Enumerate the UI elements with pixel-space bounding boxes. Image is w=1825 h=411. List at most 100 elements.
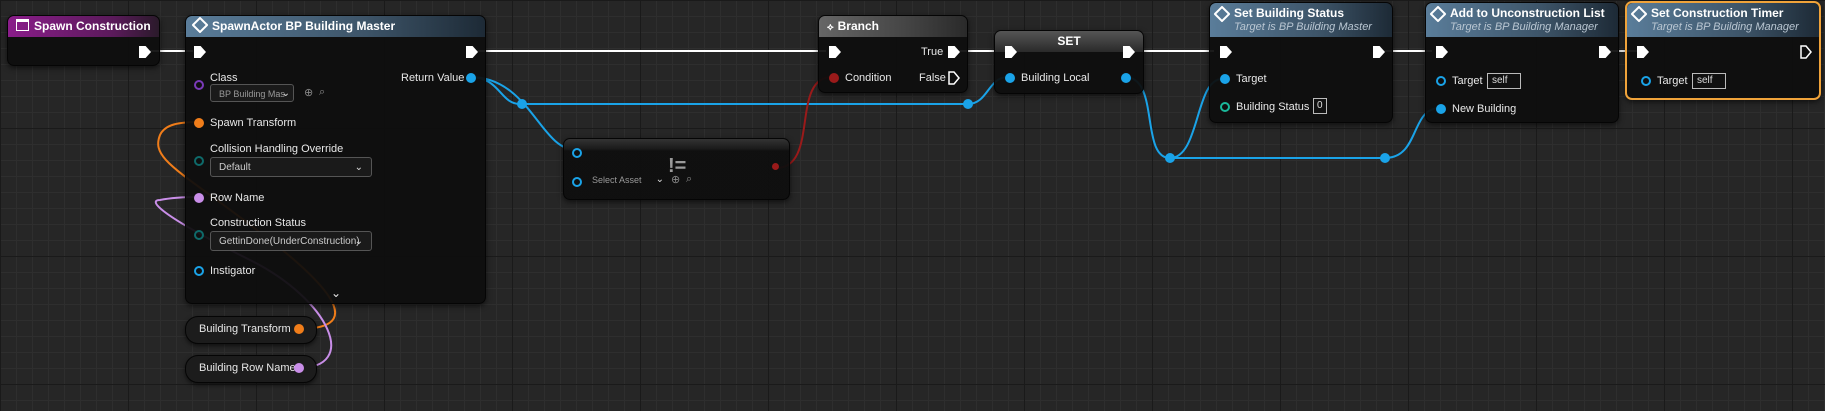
spawn-actor-node[interactable]: SpawnActor BP Building Master Class BP B…	[185, 15, 486, 304]
collision-label: Collision Handling Override	[210, 143, 344, 155]
return-value-pin[interactable]	[466, 73, 476, 83]
class-select[interactable]: BP Building Mas ⌄	[210, 84, 294, 102]
add-to-unconstruction-list-node[interactable]: Add to Unconstruction List Target is BP …	[1425, 2, 1619, 123]
add-list-header[interactable]: Add to Unconstruction List Target is BP …	[1426, 3, 1618, 37]
true-exec-pin[interactable]	[948, 46, 960, 58]
false-label: False	[919, 72, 946, 84]
target-label: Target	[1236, 73, 1267, 85]
exec-output-pin[interactable]	[139, 46, 151, 58]
building-local-input-pin[interactable]	[1005, 73, 1015, 83]
true-label: True	[921, 46, 944, 58]
exec-output-pin[interactable]	[1599, 46, 1611, 58]
set-title: SET	[1057, 34, 1081, 48]
exec-output-pin[interactable]	[1373, 46, 1385, 58]
target-pin[interactable]	[1436, 76, 1446, 86]
target-pin[interactable]	[1641, 76, 1651, 86]
row-name-label: Row Name	[210, 192, 265, 204]
select-asset-value: Select Asset	[592, 175, 642, 185]
target-label: Target	[1452, 75, 1483, 87]
reroute-knot	[1165, 153, 1175, 163]
set-timer-title: Set Construction Timer	[1651, 6, 1784, 20]
class-label: Class	[210, 72, 238, 84]
set-node[interactable]: SET Building Local	[994, 30, 1144, 94]
target-self-input[interactable]: self	[1692, 73, 1726, 89]
building-transform-label: Building Transform	[199, 323, 291, 335]
select-asset-dropdown[interactable]: Select Asset ⌄	[588, 171, 666, 189]
row-name-pin[interactable]	[194, 193, 204, 203]
set-header[interactable]: SET	[995, 31, 1143, 52]
target-label: Target	[1657, 75, 1688, 87]
not-equal-node[interactable]: Select Asset ⌄ ⊕ ⌕ !=	[563, 138, 790, 200]
target-pin[interactable]	[1220, 74, 1230, 84]
branch-title: Branch	[837, 19, 879, 33]
b-input-pin[interactable]	[572, 177, 582, 187]
set-timer-subtitle: Target is BP Building Manager	[1651, 21, 1799, 33]
event-node-header[interactable]: Spawn Construction	[8, 16, 159, 37]
condition-label: Condition	[845, 72, 892, 84]
set-building-status-title: Set Building Status	[1234, 6, 1345, 20]
construction-status-dropdown[interactable]: GettinDone(UnderConstruction) ⌄	[210, 231, 372, 251]
new-building-pin[interactable]	[1436, 104, 1446, 114]
building-row-name-variable[interactable]: Building Row Name	[185, 355, 317, 383]
chevron-down-icon: ⌄	[281, 88, 290, 99]
building-status-label: Building Status	[1236, 101, 1310, 113]
set-building-status-header[interactable]: Set Building Status Target is BP Buildin…	[1210, 3, 1392, 37]
use-selected-icon[interactable]: ⊕	[304, 86, 313, 99]
reroute-knot	[517, 99, 527, 109]
chevron-down-icon: ⌄	[354, 162, 363, 173]
browse-icon[interactable]: ⌕	[686, 173, 692, 186]
construction-status-pin[interactable]	[194, 230, 204, 240]
building-status-input[interactable]: 0	[1313, 98, 1327, 114]
spawn-transform-label: Spawn Transform	[210, 117, 297, 129]
building-local-output-pin[interactable]	[1121, 73, 1131, 83]
bool-output-pin[interactable]	[772, 163, 779, 170]
exec-input-pin[interactable]	[1637, 46, 1649, 58]
instigator-pin[interactable]	[194, 266, 204, 276]
condition-pin[interactable]	[829, 73, 839, 83]
exec-output-pin[interactable]	[466, 46, 478, 58]
new-building-label: New Building	[1452, 103, 1517, 115]
function-icon	[191, 16, 209, 34]
branch-node[interactable]: ⟡ Branch True Condition False	[818, 15, 968, 93]
instigator-label: Instigator	[210, 265, 256, 277]
event-title: Spawn Construction	[34, 19, 151, 33]
building-row-name-pin[interactable]	[294, 363, 304, 373]
building-row-name-label: Building Row Name	[199, 362, 296, 374]
exec-output-pin[interactable]	[1800, 45, 1812, 59]
exec-input-pin[interactable]	[194, 46, 206, 58]
spawn-transform-pin[interactable]	[194, 118, 204, 128]
building-transform-pin[interactable]	[294, 324, 304, 334]
class-pin[interactable]	[194, 80, 204, 90]
building-status-pin[interactable]	[1220, 102, 1230, 112]
set-building-status-node[interactable]: Set Building Status Target is BP Buildin…	[1209, 2, 1393, 123]
spawn-actor-header[interactable]: SpawnActor BP Building Master	[186, 16, 485, 37]
spawn-construction-event-node[interactable]: Spawn Construction	[7, 15, 160, 66]
collision-dropdown[interactable]: Default ⌄	[210, 157, 372, 177]
chevron-down-icon: ⌄	[655, 174, 664, 185]
set-building-status-subtitle: Target is BP Building Master	[1234, 21, 1372, 33]
chevron-down-icon: ⌄	[354, 236, 363, 247]
exec-input-pin[interactable]	[829, 46, 841, 58]
set-timer-header[interactable]: Set Construction Timer Target is BP Buil…	[1627, 3, 1819, 37]
branch-header[interactable]: ⟡ Branch	[819, 16, 967, 37]
branch-icon: ⟡	[827, 22, 834, 33]
class-value: BP Building Mas	[219, 89, 285, 99]
false-exec-pin[interactable]	[948, 71, 960, 85]
set-construction-timer-node[interactable]: Set Construction Timer Target is BP Buil…	[1625, 1, 1821, 100]
event-icon	[16, 19, 29, 31]
add-list-subtitle: Target is BP Building Manager	[1450, 21, 1598, 33]
building-local-label: Building Local	[1021, 72, 1090, 84]
browse-icon[interactable]: ⌕	[319, 86, 325, 99]
exec-input-pin[interactable]	[1436, 46, 1448, 58]
building-transform-variable[interactable]: Building Transform	[185, 316, 317, 344]
construction-status-value: GettinDone(UnderConstruction)	[219, 236, 360, 247]
exec-input-pin[interactable]	[1220, 46, 1232, 58]
a-input-pin[interactable]	[572, 148, 582, 158]
collision-pin[interactable]	[194, 156, 204, 166]
add-list-title: Add to Unconstruction List	[1450, 6, 1605, 20]
reroute-knot	[963, 99, 973, 109]
chevron-down-icon[interactable]: ⌄	[331, 286, 341, 300]
reroute-knot	[1380, 153, 1390, 163]
target-self-input[interactable]: self	[1487, 73, 1521, 89]
collision-value: Default	[219, 162, 251, 173]
